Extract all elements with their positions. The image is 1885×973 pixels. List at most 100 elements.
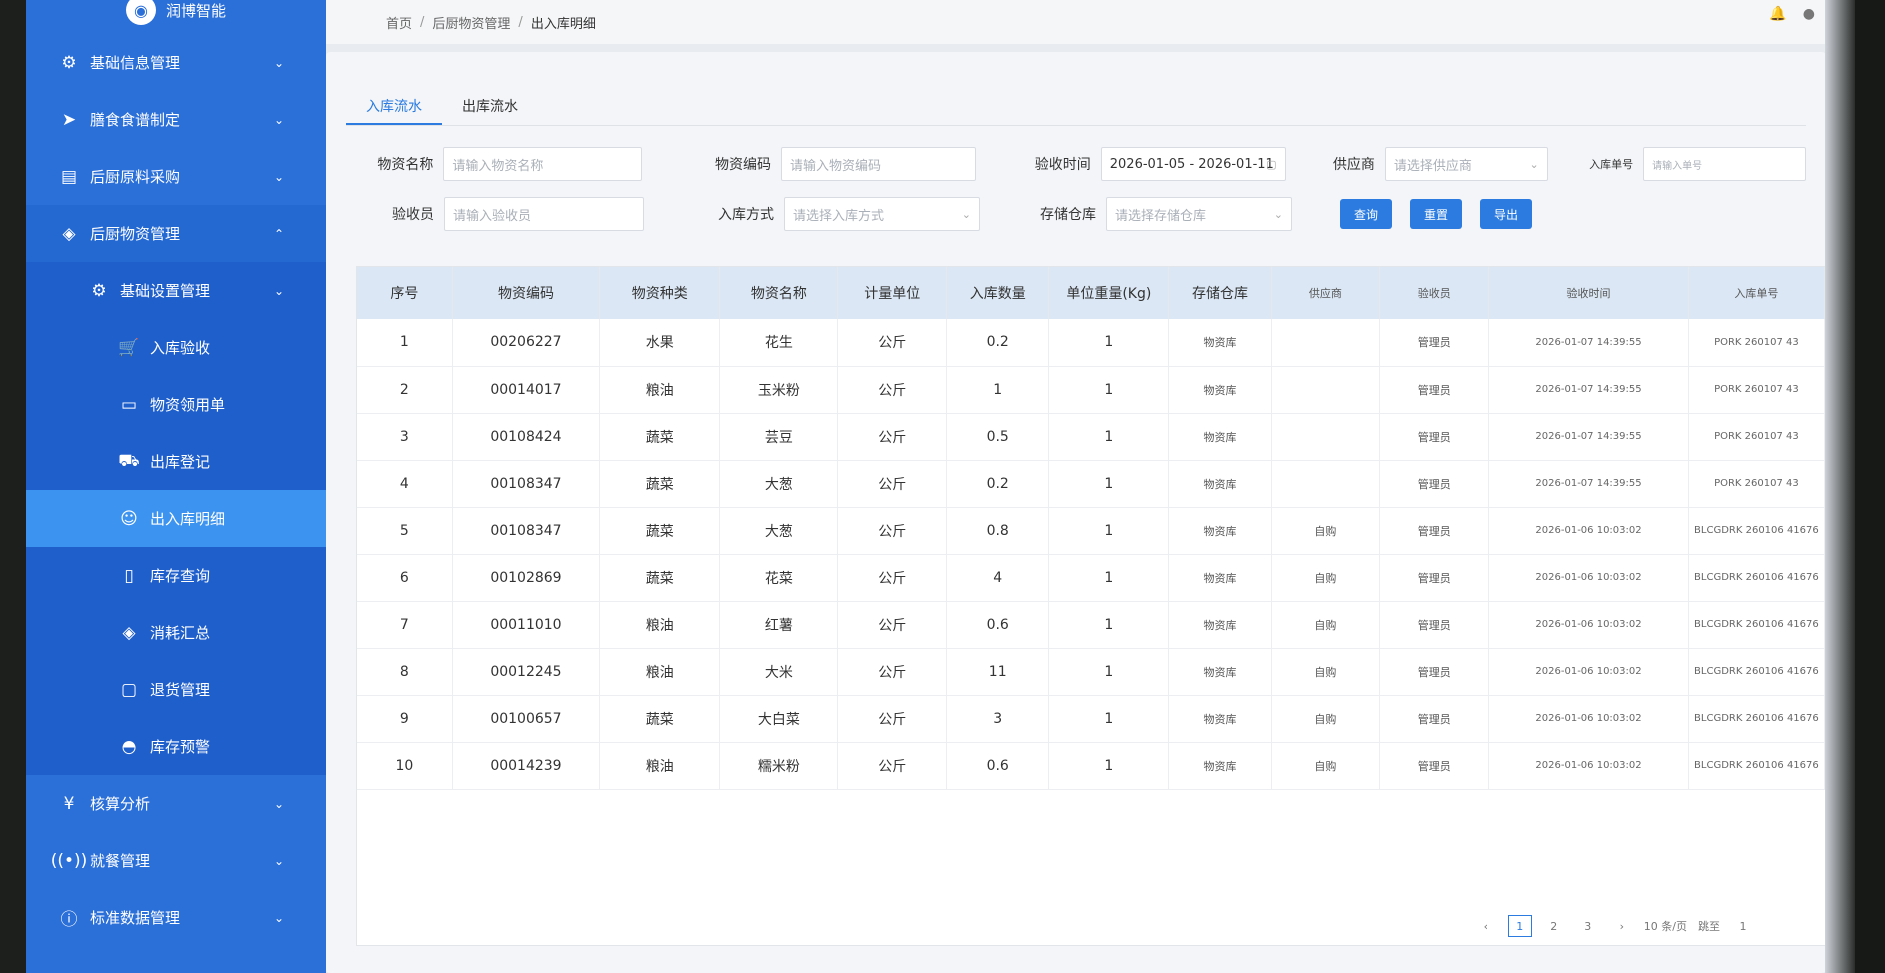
sidebar-item-inout-detail[interactable]: ☺ 出入库明细 — [26, 490, 326, 547]
table-row[interactable]: 8 00012245 粮油 大米 公斤 11 1 物资库 自购 管理员 2026-01-06 10:… — [357, 648, 1825, 696]
prev-page-button[interactable]: ‹ — [1474, 915, 1498, 937]
table-cell: 自购 — [1271, 507, 1381, 555]
table-cell: 2026-01-06 10:03:02 — [1488, 601, 1689, 649]
warehouse-select[interactable]: 请选择存储仓库 ⌄ — [1106, 197, 1292, 231]
table-cell: 00100657 — [452, 695, 601, 743]
truck-icon: ⛟ — [118, 450, 140, 471]
query-button[interactable]: 查询 — [1340, 199, 1392, 229]
table-cell: 公斤 — [837, 601, 948, 649]
column-header: 物资编码 — [452, 267, 601, 319]
order-no-input[interactable]: 请输入单号 — [1643, 147, 1806, 181]
table-cell: 2 — [357, 366, 453, 414]
reset-button[interactable]: 重置 — [1410, 199, 1462, 229]
table-cell: 4 — [357, 460, 453, 508]
chevron-down-icon: ⌄ — [273, 853, 284, 868]
table-row[interactable]: 3 00108424 蔬菜 芸豆 公斤 0.5 1 物资库 管理员 2026-01-07 14:3… — [357, 413, 1825, 461]
yen-icon: ¥ — [63, 793, 75, 814]
table-cell: 00102869 — [452, 554, 601, 602]
table-cell: 公斤 — [837, 460, 948, 508]
breadcrumb-separator: / — [518, 14, 523, 30]
material-code-input[interactable]: 请输入物资编码 — [780, 147, 976, 181]
table-row[interactable]: 4 00108347 蔬菜 大葱 公斤 0.2 1 物资库 管理员 2026-01-07 14:3… — [357, 460, 1825, 508]
sidebar-item-requisition[interactable]: ▭ 物资领用单 — [26, 376, 326, 433]
table-cell: 公斤 — [837, 507, 948, 555]
gear-icon: ⚙ — [91, 280, 107, 301]
breadcrumb-home[interactable]: 首页 — [386, 13, 412, 32]
table-cell: 管理员 — [1379, 554, 1490, 602]
table-cell: 粮油 — [599, 601, 721, 649]
sidebar-item-accounting[interactable]: ¥ 核算分析 ⌄ — [26, 775, 326, 832]
table-cell — [1271, 366, 1381, 414]
table-cell: 物资库 — [1168, 366, 1272, 414]
column-header: 验收时间 — [1488, 267, 1689, 319]
logo-icon: ◉ — [125, 0, 156, 25]
sidebar-item-inbound-check[interactable]: 🛒 入库验收 — [26, 319, 326, 376]
sidebar-item-stock-query[interactable]: ▯ 库存查询 — [26, 547, 326, 604]
table-row[interactable]: 1 00206227 水果 花生 公斤 0.2 1 物资库 管理员 2026-01-07 14:3… — [357, 319, 1825, 367]
filter-form: 物资名称 请输入物资名称 物资编码 请输入物资编码 验收时间 2026-01-0… — [346, 144, 1806, 244]
export-button[interactable]: 导出 — [1480, 199, 1532, 229]
table-cell: 自购 — [1271, 554, 1381, 602]
table-row[interactable]: 5 00108347 蔬菜 大葱 公斤 0.8 1 物资库 自购 管理员 2026-01-06 10… — [357, 507, 1825, 555]
page-2[interactable]: 2 — [1542, 915, 1566, 937]
breadcrumb-current: 出入库明细 — [530, 16, 596, 32]
goto-input[interactable]: 1 — [1731, 915, 1755, 937]
table-cell: 水果 — [599, 319, 721, 367]
supplier-select[interactable]: 请选择供应商 ⌄ — [1384, 147, 1548, 181]
table-cell: 物资库 — [1168, 742, 1272, 790]
sidebar-item-consumption[interactable]: ◈ 消耗汇总 — [26, 604, 326, 661]
order-no-label: 入库单号 — [1589, 158, 1634, 171]
table-cell: 公斤 — [837, 319, 948, 367]
column-header: 入库数量 — [946, 267, 1050, 319]
sidebar-item-standard-data[interactable]: ⓘ 标准数据管理 ⌄ — [26, 889, 326, 946]
table-cell: BLCGDRK 260106 41676 — [1688, 742, 1825, 790]
avatar[interactable]: ● — [1803, 6, 1815, 22]
supplier-label: 供应商 — [1332, 157, 1375, 173]
table-cell: 00014017 — [452, 366, 601, 414]
sidebar-item-purchase[interactable]: ▤ 后厨原料采购 ⌄ — [26, 148, 326, 205]
table-cell: 2026-01-06 10:03:02 — [1488, 507, 1689, 555]
goto-label: 跳至 — [1698, 920, 1720, 933]
bell-icon[interactable]: 🔔 — [1769, 6, 1786, 22]
sidebar-item-dining[interactable]: ((•)) 就餐管理 ⌄ — [26, 832, 326, 889]
table-cell: 管理员 — [1379, 319, 1490, 367]
content-card: 入库流水 出库流水 物资名称 请输入物资名称 物资编码 请输入物资编码 验收时间… — [326, 52, 1826, 973]
send-icon: ➤ — [61, 109, 77, 130]
page-1[interactable]: 1 — [1507, 915, 1532, 937]
page-size-select[interactable]: 10 条/页 — [1644, 915, 1687, 937]
sidebar-item-outbound[interactable]: ⛟ 出库登记 — [26, 433, 326, 490]
table-row[interactable]: 6 00102869 蔬菜 花菜 公斤 4 1 物资库 自购 管理员 2026-01-06 10:0… — [357, 554, 1825, 602]
table-cell: 5 — [357, 507, 453, 555]
supplier-placeholder: 请选择供应商 — [1393, 158, 1472, 174]
table-cell — [1271, 460, 1381, 508]
material-name-input[interactable]: 请输入物资名称 — [443, 147, 642, 181]
page-3[interactable]: 3 — [1576, 915, 1600, 937]
table-row[interactable]: 7 00011010 粮油 红薯 公斤 0.6 1 物资库 自购 管理员 2026-01-06 10… — [357, 601, 1825, 649]
column-header: 物资种类 — [599, 267, 721, 319]
sidebar-item-stock-alert[interactable]: ◓ 库存预警 — [26, 718, 326, 775]
cart-icon: 🛒 — [118, 337, 140, 358]
sidebar-item-basic-info[interactable]: ⚙ 基础信息管理 ⌄ — [26, 34, 326, 91]
table-cell: 00206227 — [452, 319, 601, 367]
next-page-button[interactable]: › — [1610, 915, 1634, 937]
tab-outbound-flow[interactable]: 出库流水 — [442, 92, 538, 125]
inspector-input[interactable]: 请输入验收员 — [444, 197, 644, 231]
pagination: ‹ 1 2 3 › 10 条/页 跳至 1 — [1474, 915, 1755, 937]
sidebar-item-materials[interactable]: ◈ 后厨物资管理 ⌃ — [26, 205, 326, 262]
table-cell: 公斤 — [837, 742, 948, 790]
sidebar-item-returns[interactable]: ▢ 退货管理 — [26, 661, 326, 718]
breadcrumb: 首页 / 后厨物资管理 / 出入库明细 🔔 ● — [326, 0, 1855, 44]
chevron-down-icon: ⌄ — [273, 910, 284, 925]
inbound-method-select[interactable]: 请选择入库方式 ⌄ — [784, 197, 980, 231]
table-cell: 公斤 — [837, 695, 948, 743]
breadcrumb-parent[interactable]: 后厨物资管理 — [432, 13, 510, 32]
table-cell: BLCGDRK 260106 41676 — [1688, 554, 1825, 602]
submenu-basic-settings: 🛒 入库验收 ▭ 物资领用单 ⛟ 出库登记 ☺ 出入库明细 ▯ 库存查询 ◈ 消… — [26, 319, 326, 775]
table-row[interactable]: 2 00014017 粮油 玉米粉 公斤 1 1 物资库 管理员 2026-01-07 14:39… — [357, 366, 1825, 414]
sidebar-item-recipe[interactable]: ➤ 膳食食谱制定 ⌄ — [26, 91, 326, 148]
table-row[interactable]: 9 00100657 蔬菜 大白菜 公斤 3 1 物资库 自购 管理员 2026-01-06 10:… — [357, 695, 1825, 743]
check-time-range[interactable]: 2026-01-05 - 2026-01-11 ▢ — [1100, 147, 1286, 181]
sidebar-item-basic-settings[interactable]: ⚙ 基础设置管理 ⌄ — [26, 262, 326, 319]
tab-inbound-flow[interactable]: 入库流水 — [346, 92, 442, 125]
table-row[interactable]: 10 00014239 粮油 糯米粉 公斤 0.6 1 物资库 自购 管理员 2026-01-06 … — [357, 742, 1825, 790]
